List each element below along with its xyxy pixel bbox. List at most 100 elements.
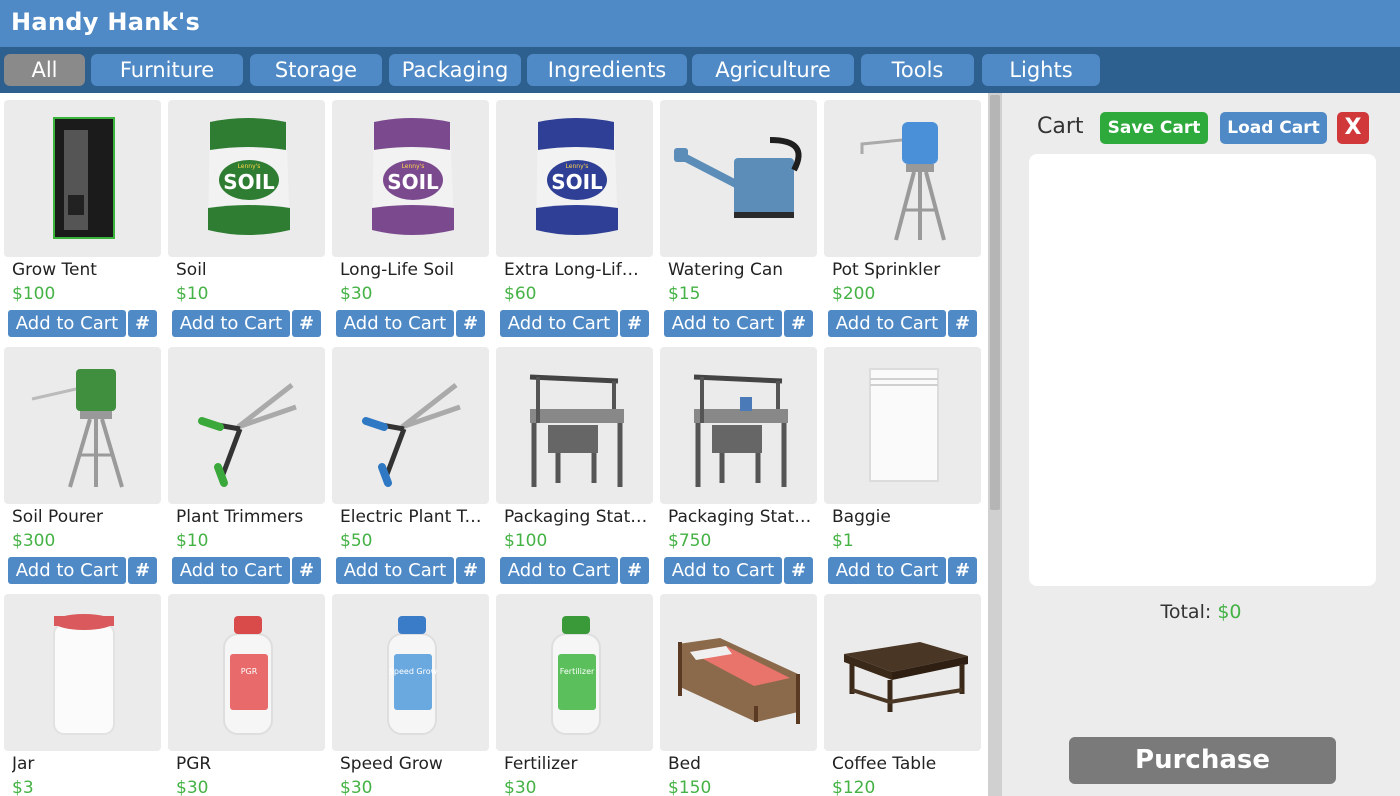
product-card-coffee-table[interactable]: Coffee Table$120Add to Cart# (824, 594, 981, 796)
product-price: $30 (176, 778, 209, 796)
product-thumbnail[interactable] (4, 100, 161, 257)
extra-long-life-soil-bag-icon: SOILLenny's (536, 118, 618, 235)
coffee-table-icon (844, 642, 968, 712)
tab-lights[interactable]: Lights (982, 54, 1100, 86)
svg-text:Lenny's: Lenny's (238, 163, 261, 170)
product-thumbnail[interactable]: Fertilizer (496, 594, 653, 751)
quantity-button[interactable]: # (784, 557, 813, 584)
quantity-button[interactable]: # (128, 557, 157, 584)
grid-scrollbar[interactable] (988, 93, 1002, 796)
product-name: Electric Plant Trimmers (340, 507, 485, 527)
product-name: Plant Trimmers (176, 507, 304, 527)
close-cart-button[interactable]: X (1337, 112, 1369, 144)
product-thumbnail[interactable] (660, 347, 817, 504)
quantity-button[interactable]: # (292, 310, 321, 337)
product-name: Soil Pourer (12, 507, 103, 527)
long-life-soil-bag-icon: SOILLenny's (372, 118, 454, 235)
product-card-extra-long-life-soil-bag[interactable]: SOILLenny's Extra Long-Life Soil $60 Add to… (496, 100, 653, 340)
add-to-cart-button[interactable]: Add to Cart (500, 310, 618, 337)
load-cart-button[interactable]: Load Cart (1220, 112, 1327, 144)
product-card-bed[interactable]: Bed$150Add to Cart# (660, 594, 817, 796)
product-card-jar[interactable]: Jar$3Add to Cart# (4, 594, 161, 796)
soil-bag-icon: SOILLenny's (208, 118, 290, 235)
add-to-cart-button[interactable]: Add to Cart (500, 557, 618, 584)
quantity-button[interactable]: # (948, 557, 977, 584)
quantity-button[interactable]: # (620, 557, 649, 584)
watering-can-icon (674, 137, 802, 218)
add-to-cart-button[interactable]: Add to Cart (828, 557, 946, 584)
product-thumbnail[interactable] (660, 100, 817, 257)
product-thumbnail[interactable] (824, 347, 981, 504)
add-to-cart-button[interactable]: Add to Cart (8, 557, 126, 584)
product-price: $30 (340, 778, 373, 796)
product-thumbnail[interactable]: SOIL Lenny's (168, 100, 325, 257)
product-card-fertilizer-bottle[interactable]: FertilizerFertilizer$30Add to Cart# (496, 594, 653, 796)
product-thumbnail[interactable] (824, 100, 981, 257)
product-name: Packaging Station Mk II (668, 507, 813, 527)
product-card-soil-bag[interactable]: SOIL Lenny's Soil $10 Add to Cart # (168, 100, 325, 340)
tab-all[interactable]: All (4, 54, 85, 86)
tab-storage[interactable]: Storage (250, 54, 382, 86)
product-name: Soil (176, 260, 207, 280)
product-thumbnail[interactable] (496, 347, 653, 504)
product-card-grow-tent[interactable]: Grow Tent $100 Add to Cart # (4, 100, 161, 340)
save-cart-button[interactable]: Save Cart (1100, 112, 1208, 144)
plant-trimmers-icon (198, 383, 297, 487)
quantity-button[interactable]: # (620, 310, 649, 337)
add-to-cart-button[interactable]: Add to Cart (336, 310, 454, 337)
tab-packaging[interactable]: Packaging (389, 54, 521, 86)
product-name: Fertilizer (504, 754, 578, 774)
quantity-button[interactable]: # (784, 310, 813, 337)
product-card-electric-plant-trimmers[interactable]: Electric Plant Trimmers $50 Add to Cart# (332, 347, 489, 587)
add-to-cart-button[interactable]: Add to Cart (8, 310, 126, 337)
tab-agriculture[interactable]: Agriculture (692, 54, 854, 86)
product-thumbnail[interactable]: SOIL Lenny's (496, 100, 653, 257)
quantity-button[interactable]: # (948, 310, 977, 337)
speed-grow-bottle-icon: Speed Grow (387, 616, 438, 735)
product-card-plant-trimmers[interactable]: Plant Trimmers $10 Add to Cart # (168, 347, 325, 587)
tab-ingredients[interactable]: Ingredients (527, 54, 687, 86)
product-thumbnail[interactable]: Speed Grow (332, 594, 489, 751)
product-name: Jar (12, 754, 35, 774)
product-card-baggie[interactable]: Baggie $1 Add to Cart # (824, 347, 981, 587)
product-thumbnail[interactable] (824, 594, 981, 751)
product-price: $1 (832, 531, 854, 551)
add-to-cart-button[interactable]: Add to Cart (172, 310, 290, 337)
quantity-button[interactable]: # (292, 557, 321, 584)
purchase-button[interactable]: Purchase (1069, 737, 1336, 784)
svg-text:Lenny's: Lenny's (402, 163, 425, 170)
product-price: $10 (176, 284, 209, 304)
product-card-packaging-station-mk2[interactable]: Packaging Station Mk II $750 Add to Cart# (660, 347, 817, 587)
product-thumbnail[interactable]: SOIL Lenny's (332, 100, 489, 257)
product-card-pgr-bottle[interactable]: PGRPGR$30Add to Cart# (168, 594, 325, 796)
tab-furniture[interactable]: Furniture (91, 54, 243, 86)
add-to-cart-button[interactable]: Add to Cart (664, 557, 782, 584)
scrollbar-thumb[interactable] (990, 95, 1000, 510)
product-card-speed-grow-bottle[interactable]: Speed GrowSpeed Grow$30Add to Cart# (332, 594, 489, 796)
product-thumbnail[interactable] (332, 347, 489, 504)
add-to-cart-button[interactable]: Add to Cart (664, 310, 782, 337)
quantity-button[interactable]: # (128, 310, 157, 337)
add-to-cart-button[interactable]: Add to Cart (172, 557, 290, 584)
product-card-soil-pourer[interactable]: Soil Pourer $300 Add to Cart # (4, 347, 161, 587)
quantity-button[interactable]: # (456, 557, 485, 584)
add-to-cart-button[interactable]: Add to Cart (336, 557, 454, 584)
product-card-packaging-station[interactable]: Packaging Station $100 Add to Cart # (496, 347, 653, 587)
product-thumbnail[interactable] (4, 594, 161, 751)
tab-tools[interactable]: Tools (861, 54, 974, 86)
quantity-button[interactable]: # (456, 310, 485, 337)
add-to-cart-button[interactable]: Add to Cart (828, 310, 946, 337)
product-thumbnail[interactable] (4, 347, 161, 504)
product-name: Baggie (832, 507, 891, 527)
product-card-watering-can[interactable]: Watering Can $15 Add to Cart # (660, 100, 817, 340)
fertilizer-bottle-icon: Fertilizer (551, 616, 601, 735)
product-price: $300 (12, 531, 56, 551)
product-card-pot-sprinkler[interactable]: Pot Sprinkler $200 Add to Cart # (824, 100, 981, 340)
product-thumbnail[interactable] (660, 594, 817, 751)
product-name: Packaging Station (504, 507, 649, 527)
cart-total-label: Total: (1160, 601, 1218, 623)
cart-heading: Cart (1037, 114, 1084, 139)
product-card-long-life-soil-bag[interactable]: SOIL Lenny's Long-Life Soil $30 Add to Cart # (332, 100, 489, 340)
product-thumbnail[interactable]: PGR (168, 594, 325, 751)
product-thumbnail[interactable] (168, 347, 325, 504)
